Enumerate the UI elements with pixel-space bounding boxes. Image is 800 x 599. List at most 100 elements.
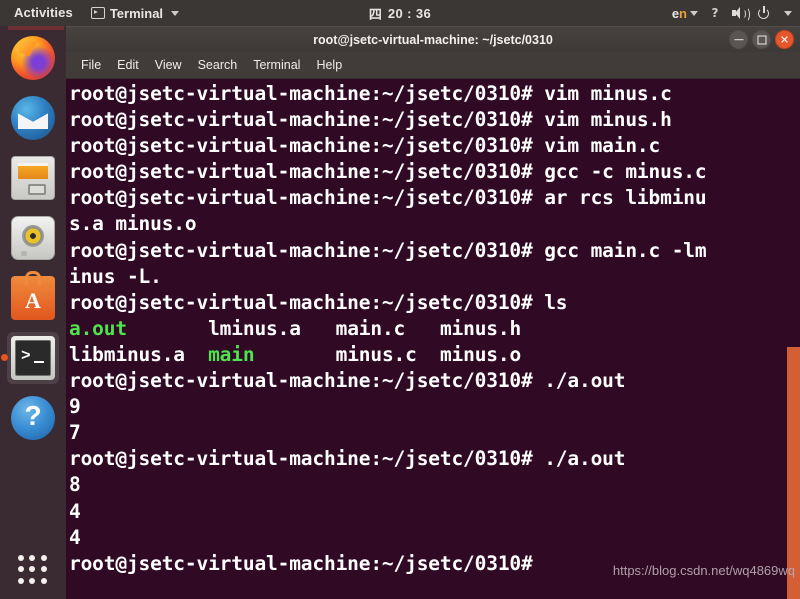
dock-item-firefox[interactable] <box>7 32 59 84</box>
accessibility-icon[interactable]: ? <box>708 6 722 20</box>
terminal-output-text: 4 <box>69 499 81 523</box>
menu-item-view[interactable]: View <box>148 55 189 75</box>
chevron-down-icon[interactable] <box>784 10 792 16</box>
top-bar: Activities Terminal 四 20 : 36 en ? <box>0 0 800 26</box>
terminal-command: vim main.c <box>544 134 661 158</box>
terminal-prompt-line: root@jsetc-virtual-machine:~/jsetc/0310#… <box>69 185 800 211</box>
ls-entry: a.out <box>69 316 127 340</box>
watermark-text: https://blog.csdn.net/wq4869wq <box>612 563 795 578</box>
terminal-ls-row: a.out lminus.a main.c minus.h <box>69 316 800 342</box>
dock-item-ubuntu-software[interactable] <box>7 271 59 324</box>
terminal-output-line: s.a minus.o <box>69 211 800 237</box>
window-title: root@jsetc-virtual-machine: ~/jsetc/0310 <box>313 32 553 47</box>
ls-entry: main.c <box>335 316 406 340</box>
volume-icon[interactable] <box>732 6 750 22</box>
launcher-dock <box>0 26 66 599</box>
terminal-text: root@jsetc-virtual-machine:~/jsetc/0310#… <box>69 81 800 577</box>
dock-item-rhythmbox[interactable] <box>7 212 59 264</box>
terminal-prompt: root@jsetc-virtual-machine:~/jsetc/0310# <box>69 134 545 158</box>
activities-button[interactable]: Activities <box>0 0 83 26</box>
app-menu-label: Terminal <box>109 5 164 21</box>
terminal-prompt-line: root@jsetc-virtual-machine:~/jsetc/0310#… <box>69 107 800 133</box>
menu-item-edit[interactable]: Edit <box>110 55 146 75</box>
terminal-prompt: root@jsetc-virtual-machine:~/jsetc/0310# <box>69 447 545 471</box>
terminal-prompt-line: root@jsetc-virtual-machine:~/jsetc/0310#… <box>69 290 800 316</box>
terminal-prompt: root@jsetc-virtual-machine:~/jsetc/0310# <box>69 238 545 262</box>
app-menu-terminal[interactable]: Terminal <box>83 0 187 26</box>
dock-item-files[interactable] <box>7 152 59 204</box>
minimize-button[interactable] <box>729 30 748 49</box>
clock-day-label: 四 <box>368 7 382 23</box>
terminal-output-line: 4 <box>69 525 800 551</box>
help-icon <box>11 396 55 440</box>
terminal-prompt-line: root@jsetc-virtual-machine:~/jsetc/0310#… <box>69 446 800 472</box>
system-status-area[interactable]: en ? <box>672 0 792 26</box>
files-icon <box>11 156 55 200</box>
menu-item-terminal[interactable]: Terminal <box>246 55 307 75</box>
terminal-prompt: root@jsetc-virtual-machine:~/jsetc/0310# <box>69 160 545 184</box>
ls-spacer <box>405 317 440 340</box>
terminal-scrollbar[interactable] <box>787 347 800 599</box>
language-label-second: n <box>679 5 687 21</box>
ls-spacer <box>301 317 336 340</box>
terminal-command: gcc -c minus.c <box>544 160 707 184</box>
terminal-output-text: 4 <box>69 525 81 549</box>
terminal-output-line: 7 <box>69 420 800 446</box>
ls-spacer <box>127 317 208 340</box>
power-icon[interactable] <box>757 6 771 20</box>
ls-spacer <box>185 343 208 366</box>
chevron-down-icon <box>690 10 698 16</box>
terminal-output-text: inus -L. <box>69 264 162 288</box>
window-controls: ✕ <box>729 30 794 49</box>
menu-item-help[interactable]: Help <box>309 55 349 75</box>
thunderbird-icon <box>11 96 55 140</box>
terminal-prompt-line: root@jsetc-virtual-machine:~/jsetc/0310#… <box>69 81 800 107</box>
menu-item-search[interactable]: Search <box>191 55 245 75</box>
chevron-down-icon <box>171 10 180 16</box>
window-titlebar[interactable]: root@jsetc-virtual-machine: ~/jsetc/0310… <box>66 26 800 52</box>
terminal-output-area[interactable]: root@jsetc-virtual-machine:~/jsetc/0310#… <box>66 79 800 599</box>
terminal-output-text: s.a minus.o <box>69 212 197 236</box>
terminal-prompt: root@jsetc-virtual-machine:~/jsetc/0310# <box>69 186 545 210</box>
rhythmbox-icon <box>11 216 55 260</box>
terminal-output-line: inus -L. <box>69 264 800 290</box>
terminal-command: ar rcs libminu <box>544 186 707 210</box>
dock-item-thunderbird[interactable] <box>7 92 59 144</box>
activities-indicator <box>8 26 64 30</box>
dock-item-help[interactable] <box>7 392 59 444</box>
terminal-prompt-line: root@jsetc-virtual-machine:~/jsetc/0310#… <box>69 368 800 394</box>
terminal-icon <box>11 336 55 380</box>
terminal-prompt-line: root@jsetc-virtual-machine:~/jsetc/0310#… <box>69 133 800 159</box>
show-applications-button[interactable] <box>18 555 48 585</box>
ls-entry: minus.o <box>439 342 522 366</box>
terminal-prompt: root@jsetc-virtual-machine:~/jsetc/0310# <box>69 108 545 132</box>
firefox-icon <box>11 36 55 80</box>
terminal-output-line: 9 <box>69 394 800 420</box>
terminal-output-text: 8 <box>69 473 81 497</box>
close-icon: ✕ <box>779 33 790 46</box>
ls-entry: minus.c <box>335 342 417 366</box>
terminal-prompt: root@jsetc-virtual-machine:~/jsetc/0310# <box>69 551 545 575</box>
ls-entry: minus.h <box>439 316 522 340</box>
dock-item-terminal[interactable] <box>1 332 59 384</box>
terminal-command: gcc main.c -lm <box>544 238 707 262</box>
terminal-window: root@jsetc-virtual-machine: ~/jsetc/0310… <box>66 26 800 599</box>
terminal-prompt: root@jsetc-virtual-machine:~/jsetc/0310# <box>69 82 545 105</box>
terminal-command: ./a.out <box>544 447 626 471</box>
ls-spacer <box>417 343 440 366</box>
clock-time-label: 20 : 36 <box>387 5 432 21</box>
close-button[interactable]: ✕ <box>775 30 794 49</box>
menu-item-file[interactable]: File <box>74 55 108 75</box>
terminal-output-text: 9 <box>69 395 81 419</box>
terminal-output-line: 4 <box>69 499 800 525</box>
terminal-command: ./a.out <box>544 369 626 393</box>
keyboard-layout-indicator[interactable]: en <box>672 6 698 21</box>
terminal-command: vim minus.h <box>544 108 672 132</box>
menu-bar: File Edit View Search Terminal Help <box>66 52 800 79</box>
terminal-prompt-line: root@jsetc-virtual-machine:~/jsetc/0310#… <box>69 238 800 264</box>
maximize-button[interactable] <box>752 30 771 49</box>
ls-entry: lminus.a <box>208 316 301 340</box>
terminal-prompt: root@jsetc-virtual-machine:~/jsetc/0310# <box>69 290 545 314</box>
language-label-first: e <box>671 5 680 21</box>
ubuntu-desktop: Activities Terminal 四 20 : 36 en ? A > ?… <box>0 0 800 599</box>
